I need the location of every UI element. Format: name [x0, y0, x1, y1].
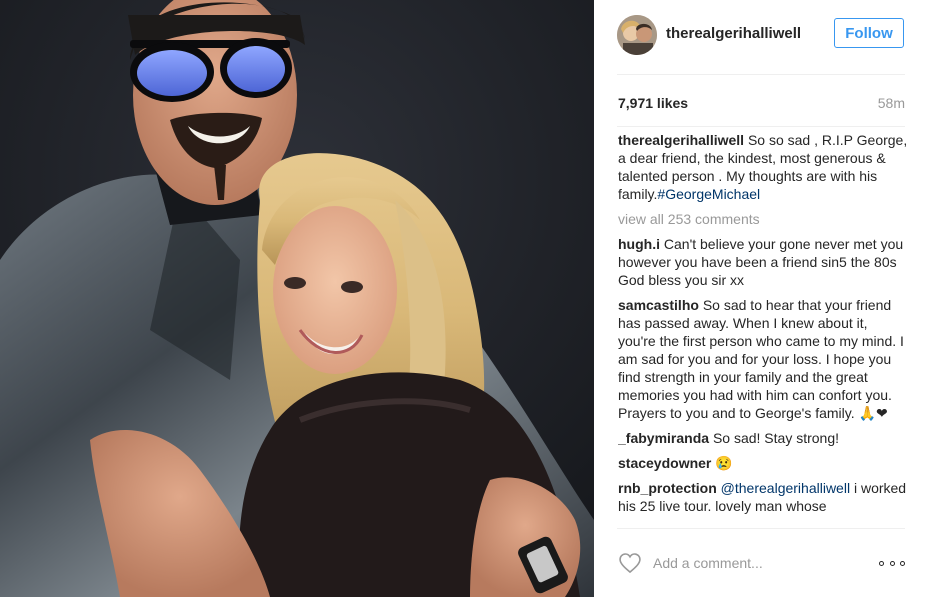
comment-item: samcastilho So sad to hear that your fri… [618, 296, 908, 422]
likes-count[interactable]: 7,971 likes [618, 95, 688, 111]
caption: therealgerihalliwell So so sad , R.I.P G… [618, 131, 908, 203]
avatar[interactable] [617, 15, 657, 55]
follow-button[interactable]: Follow [834, 18, 904, 48]
comment-username[interactable]: rnb_protection [618, 480, 717, 496]
actions-divider [617, 528, 905, 529]
caption-username[interactable]: therealgerihalliwell [618, 132, 744, 148]
post-photo[interactable] [0, 0, 594, 597]
dot [879, 560, 884, 566]
comment-username[interactable]: staceydowner [618, 455, 711, 471]
stats-divider [617, 126, 905, 127]
comment-mention[interactable]: @therealgerihalliwell [721, 480, 850, 496]
photo-illustration [0, 0, 594, 597]
more-options-icon[interactable] [879, 556, 905, 570]
comment-item: staceydowner 😢 [618, 454, 908, 472]
comment-username[interactable]: _fabymiranda [618, 430, 709, 446]
comment-item: _fabymiranda So sad! Stay strong! [618, 429, 908, 447]
caption-hashtag[interactable]: #GeorgeMichael [657, 186, 760, 202]
post-details-panel: therealgerihalliwell Follow 7,971 likes … [594, 0, 926, 597]
comment-text: So sad! Stay strong! [712, 430, 840, 446]
post-header: therealgerihalliwell Follow [594, 0, 926, 74]
comment-item: hugh.i Can't believe your gone never met… [618, 235, 908, 289]
comment-username[interactable]: hugh.i [618, 236, 660, 252]
comments-fade [618, 512, 908, 528]
view-all-comments-link[interactable]: view all 253 comments [618, 210, 908, 228]
dot [900, 560, 905, 566]
comment-username[interactable]: samcastilho [618, 297, 699, 313]
username-link[interactable]: therealgerihalliwell [666, 25, 801, 42]
heart-outline-icon[interactable] [618, 551, 642, 575]
comment-text: Can't believe your gone never met you ho… [618, 236, 904, 288]
header-divider [617, 74, 905, 75]
comment-text: 😢 [715, 455, 733, 471]
comment-item: rnb_protection @therealgerihalliwell i w… [618, 479, 908, 515]
comment-text: So sad to hear that your friend has pass… [618, 297, 904, 421]
add-comment-input[interactable] [653, 553, 853, 573]
comments-list[interactable]: therealgerihalliwell So so sad , R.I.P G… [618, 131, 908, 528]
post-timestamp[interactable]: 58m [878, 95, 905, 111]
avatar-image [617, 15, 657, 55]
dot [889, 560, 895, 566]
